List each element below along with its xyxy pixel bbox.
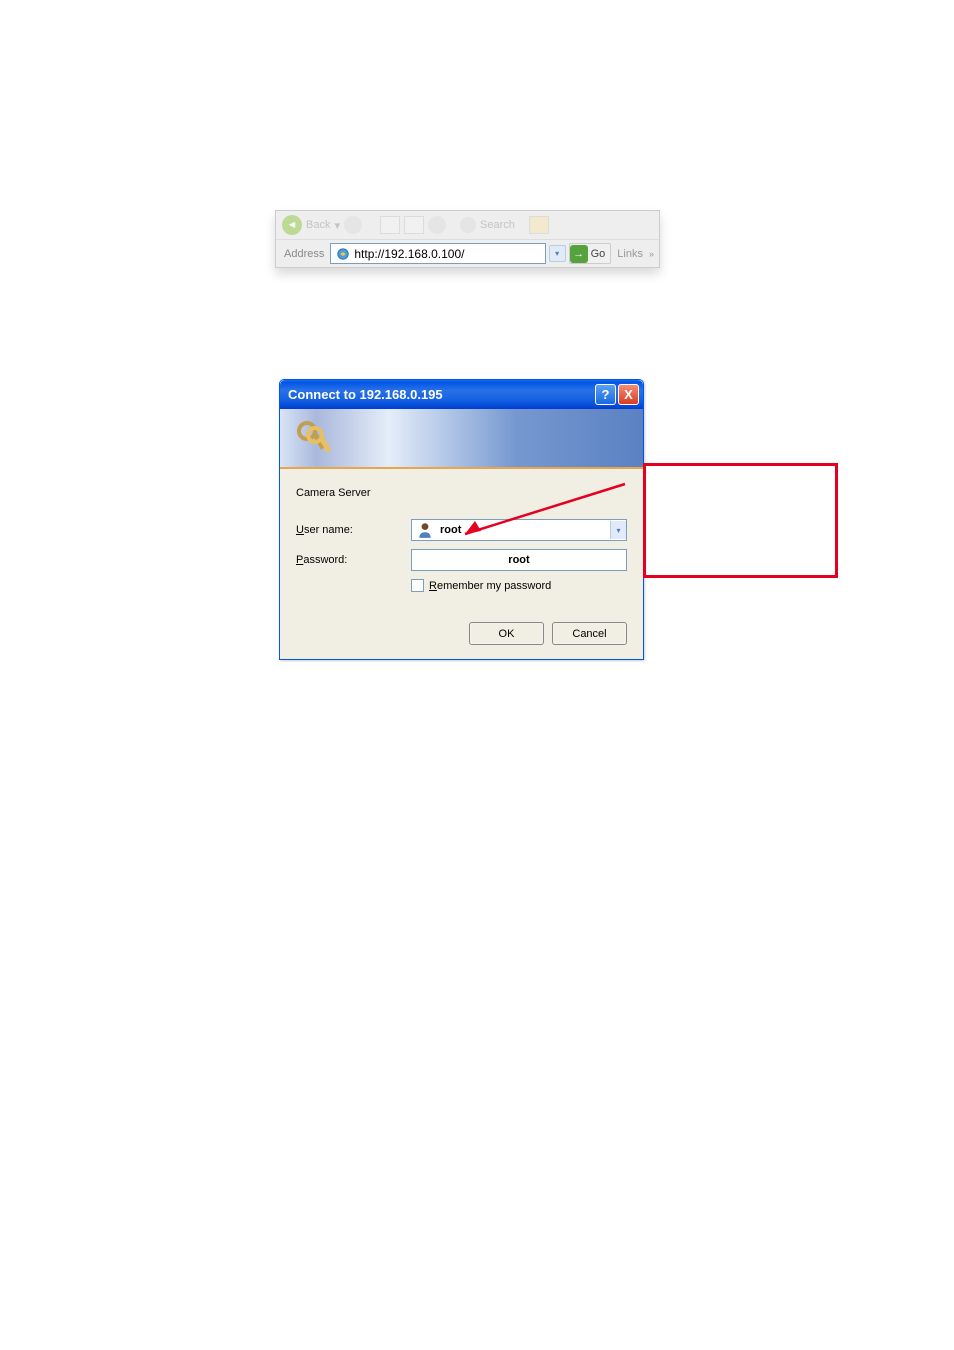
go-label: Go — [591, 248, 606, 260]
annotation-box — [643, 463, 838, 578]
go-arrow-icon: → — [570, 245, 588, 263]
links-label[interactable]: Links — [614, 248, 646, 260]
password-row: Password: root — [296, 549, 627, 571]
username-dropdown-icon[interactable]: ▾ — [610, 521, 626, 539]
toolbar-navigation-row: ◄ Back ▾ Search — [276, 211, 659, 239]
links-expand-icon[interactable]: » — [649, 249, 654, 259]
address-dropdown-button[interactable]: ▾ — [549, 245, 566, 262]
auth-dialog: Connect to 192.168.0.195 ? X Camera Serv… — [279, 379, 644, 660]
ie-page-icon — [335, 246, 350, 261]
remember-password-row: Remember my password — [411, 579, 627, 592]
dialog-title: Connect to 192.168.0.195 — [284, 387, 593, 402]
browser-toolbar: ◄ Back ▾ Search Address http://192.168.0… — [275, 210, 660, 268]
close-button[interactable]: X — [618, 384, 639, 405]
search-icon — [460, 217, 476, 233]
address-url-text: http://192.168.0.100/ — [354, 247, 540, 261]
keys-icon — [295, 417, 337, 459]
user-icon — [416, 521, 434, 539]
back-button[interactable]: ◄ — [282, 215, 302, 235]
dialog-titlebar[interactable]: Connect to 192.168.0.195 ? X — [280, 380, 643, 409]
username-value: root — [438, 524, 610, 536]
remember-checkbox[interactable] — [411, 579, 424, 592]
server-realm-text: Camera Server — [296, 487, 627, 499]
password-value: root — [508, 554, 529, 566]
go-button[interactable]: → Go — [569, 243, 612, 264]
dialog-body: Camera Server User name: root ▾ Password… — [280, 469, 643, 659]
remember-label[interactable]: Remember my password — [429, 580, 551, 592]
username-row: User name: root ▾ — [296, 519, 627, 541]
address-bar-row: Address http://192.168.0.100/ ▾ → Go Lin… — [276, 239, 659, 267]
refresh-button[interactable] — [404, 216, 424, 234]
favorites-button[interactable] — [529, 216, 549, 234]
username-label: User name: — [296, 524, 411, 536]
help-button[interactable]: ? — [595, 384, 616, 405]
ok-button[interactable]: OK — [469, 622, 544, 645]
forward-button[interactable] — [344, 216, 362, 234]
stop-button[interactable] — [380, 216, 400, 234]
cancel-button[interactable]: Cancel — [552, 622, 627, 645]
password-label: Password: — [296, 554, 411, 566]
password-input[interactable]: root — [411, 549, 627, 571]
back-label: Back — [306, 219, 330, 231]
search-label[interactable]: Search — [480, 219, 515, 231]
back-dropdown-icon[interactable]: ▾ — [334, 219, 340, 232]
dialog-button-row: OK Cancel — [296, 622, 627, 645]
address-input[interactable]: http://192.168.0.100/ — [330, 243, 545, 264]
username-input[interactable]: root ▾ — [411, 519, 627, 541]
dialog-banner — [280, 409, 643, 469]
home-button[interactable] — [428, 216, 446, 234]
address-label: Address — [281, 248, 327, 260]
